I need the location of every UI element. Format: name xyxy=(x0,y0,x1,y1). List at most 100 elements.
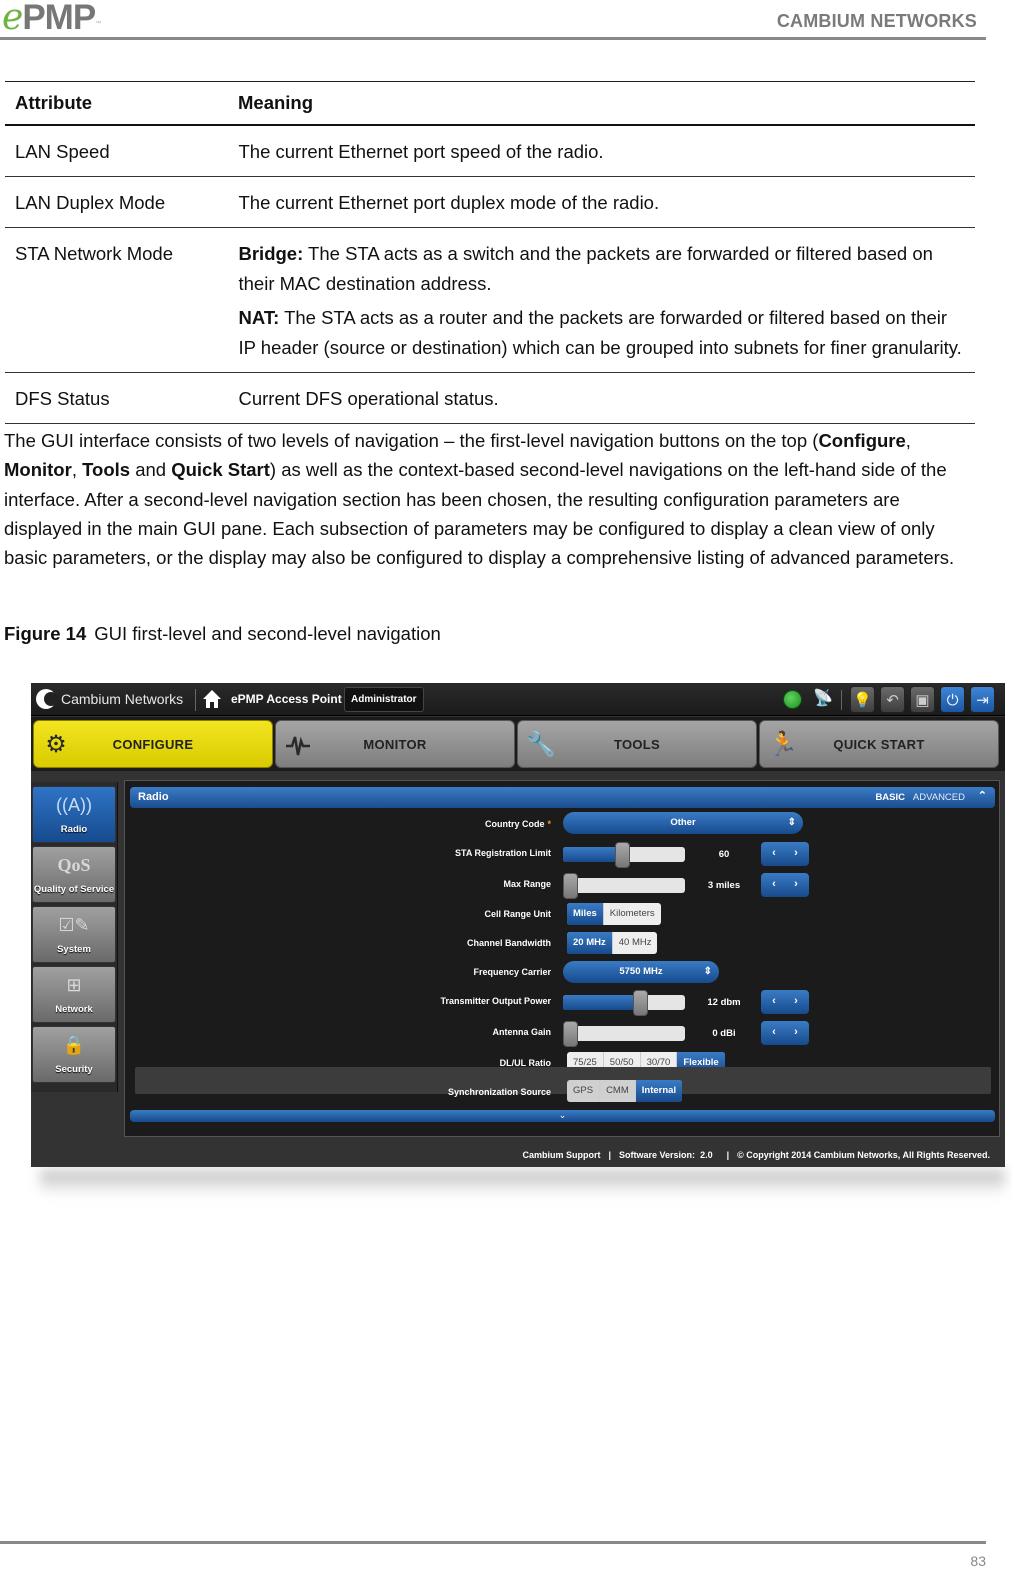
chevron-right-icon[interactable]: › xyxy=(789,1026,803,1038)
nav-tools[interactable]: 🔧 TOOLS xyxy=(517,720,757,768)
table-row: STA Network Mode Bridge: The STA acts as… xyxy=(5,227,975,373)
sidebar-item-network[interactable]: ⊞ Network xyxy=(32,966,116,1023)
select-value: 5750 MHz xyxy=(619,966,663,977)
meaning-cell: Bridge: The STA acts as a switch and the… xyxy=(228,227,975,373)
channel-bandwidth-label: Channel Bandwidth xyxy=(467,938,551,948)
sync-source-label: Synchronization Source xyxy=(447,1087,551,1097)
sync-source-toggle: GPS CMM Internal xyxy=(567,1080,683,1102)
lightbulb-icon[interactable]: 💡 xyxy=(850,686,875,713)
gui-topbar: Cambium Networks ePMP Access Point Admin… xyxy=(31,683,1005,716)
sidebar-item-label: Security xyxy=(55,1064,93,1075)
nav-monitor[interactable]: MONITOR xyxy=(275,720,515,768)
advanced-mode-toggle[interactable]: ADVANCED xyxy=(913,792,965,803)
segment-option[interactable]: Kilometers xyxy=(604,903,661,925)
divider: | xyxy=(726,1150,730,1160)
globe-icon[interactable] xyxy=(783,690,802,709)
home-icon[interactable] xyxy=(202,689,222,709)
max-range-stepper[interactable]: ‹ › xyxy=(761,873,809,897)
attribute-cell: DFS Status xyxy=(5,372,228,424)
segment-option[interactable]: GPS xyxy=(567,1080,601,1102)
attribute-cell: LAN Duplex Mode xyxy=(5,176,228,228)
slider-thumb[interactable] xyxy=(615,842,630,868)
table-row: LAN Speed The current Ethernet port spee… xyxy=(5,124,975,177)
chevron-up-icon[interactable]: ⌃ xyxy=(978,789,987,802)
select-value: Other xyxy=(670,817,696,828)
country-code-select[interactable]: Other ⇕ xyxy=(563,812,803,834)
slider-thumb[interactable] xyxy=(563,873,578,899)
sidebar-item-qos[interactable]: QoS Quality of Service xyxy=(32,846,116,903)
figure-title: GUI first-level and second-level navigat… xyxy=(94,623,441,644)
footer-rule xyxy=(0,1541,986,1544)
para-text: , xyxy=(71,459,83,481)
support-link[interactable]: Cambium Support xyxy=(523,1150,601,1160)
required-mark: * xyxy=(547,819,551,829)
cell-range-unit-label: Cell Range Unit xyxy=(484,909,551,919)
nav-configure[interactable]: ⚙ CONFIGURE xyxy=(33,720,273,768)
user-role-badge: Administrator xyxy=(344,687,424,712)
sidebar-item-label: Network xyxy=(55,1004,93,1015)
sidebar-item-system[interactable]: ☑✎ System xyxy=(32,906,116,963)
save-icon[interactable]: ▣ xyxy=(910,686,935,713)
table-row: DFS Status Current DFS operational statu… xyxy=(5,372,975,424)
slider-thumb[interactable] xyxy=(563,1021,578,1047)
page-number: 83 xyxy=(970,1553,986,1569)
main-config-pane: Radio BASIC ADVANCED ⌃ Country Code * Oth… xyxy=(124,780,1000,1137)
second-level-nav: ((A)) Radio QoS Quality of Service ☑✎ Sy… xyxy=(31,782,118,1092)
tx-power-label: Transmitter Output Power xyxy=(440,996,551,1006)
para-text: , xyxy=(905,430,911,451)
nav-quick-start[interactable]: 🏃 QUICK START xyxy=(759,720,999,768)
tx-power-slider[interactable] xyxy=(563,990,685,1016)
section-header-radio: Radio BASIC ADVANCED ⌃ xyxy=(130,787,995,808)
antenna-gain-slider[interactable] xyxy=(563,1021,685,1047)
divider xyxy=(841,690,842,710)
attribute-cell: STA Network Mode xyxy=(5,227,228,373)
sta-limit-stepper[interactable]: ‹ › xyxy=(761,842,809,866)
bridge-text: The STA acts as a switch and the packets… xyxy=(238,242,933,294)
segment-option[interactable]: 20 MHz xyxy=(567,932,613,954)
slider-thumb[interactable] xyxy=(633,990,648,1016)
segment-option[interactable]: CMM xyxy=(600,1080,636,1102)
power-icon[interactable]: ⏻ xyxy=(940,686,965,713)
column-header-attribute: Attribute xyxy=(5,81,228,126)
para-bold-configure: Configure xyxy=(818,430,906,451)
undo-icon[interactable]: ↶ xyxy=(880,686,905,713)
chevron-left-icon[interactable]: ‹ xyxy=(767,878,781,890)
attribute-cell: LAN Speed xyxy=(5,124,228,177)
sidebar-item-label: Quality of Service xyxy=(33,884,115,895)
antenna-gain-stepper[interactable]: ‹ › xyxy=(761,1021,809,1045)
logout-icon[interactable]: ⇥ xyxy=(970,686,995,713)
sidebar-item-radio[interactable]: ((A)) Radio xyxy=(32,786,116,843)
chevron-right-icon[interactable]: › xyxy=(789,995,803,1007)
basic-mode-toggle[interactable]: BASIC xyxy=(875,792,905,803)
chevron-right-icon[interactable]: › xyxy=(789,878,803,890)
expand-section-bar[interactable]: ⌄ xyxy=(130,1110,995,1122)
radio-tower-icon: ((A)) xyxy=(56,795,92,815)
segment-option[interactable]: Miles xyxy=(567,903,604,925)
sidebar-item-security[interactable]: 🔒 Security xyxy=(32,1026,116,1083)
slider-fill xyxy=(563,995,640,1010)
sidebar-item-label: Radio xyxy=(60,824,88,835)
header-rule xyxy=(0,37,986,40)
frequency-carrier-select[interactable]: 5750 MHz ⇕ xyxy=(563,961,719,983)
updown-arrows-icon: ⇕ xyxy=(703,966,712,977)
table-row: LAN Duplex Mode The current Ethernet por… xyxy=(5,176,975,228)
chevron-right-icon[interactable]: › xyxy=(789,847,803,859)
segment-option[interactable]: 40 MHz xyxy=(613,932,658,954)
segment-option[interactable]: Internal xyxy=(635,1080,683,1102)
bridge-description: Bridge: The STA acts as a switch and the… xyxy=(239,239,966,299)
max-range-value: 3 miles xyxy=(707,880,741,891)
sidebar-item-label: System xyxy=(57,944,91,955)
logo-trademark: ™ xyxy=(95,21,101,27)
chevron-left-icon[interactable]: ‹ xyxy=(767,995,781,1007)
nat-text: The STA acts as a router and the packets… xyxy=(238,306,962,358)
cell-range-unit-toggle: Miles Kilometers xyxy=(567,903,661,925)
sta-limit-slider[interactable] xyxy=(563,842,685,868)
max-range-slider[interactable] xyxy=(563,873,685,899)
chevron-left-icon[interactable]: ‹ xyxy=(767,847,781,859)
epmp-logo: ePMP™ xyxy=(2,0,101,38)
tx-power-stepper[interactable]: ‹ › xyxy=(761,990,809,1014)
satellite-icon[interactable]: 📡 xyxy=(812,689,834,709)
nav-label: QUICK START xyxy=(833,737,925,752)
epmp-gui-screenshot: Cambium Networks ePMP Access Point Admin… xyxy=(31,683,1005,1167)
chevron-left-icon[interactable]: ‹ xyxy=(767,1026,781,1038)
